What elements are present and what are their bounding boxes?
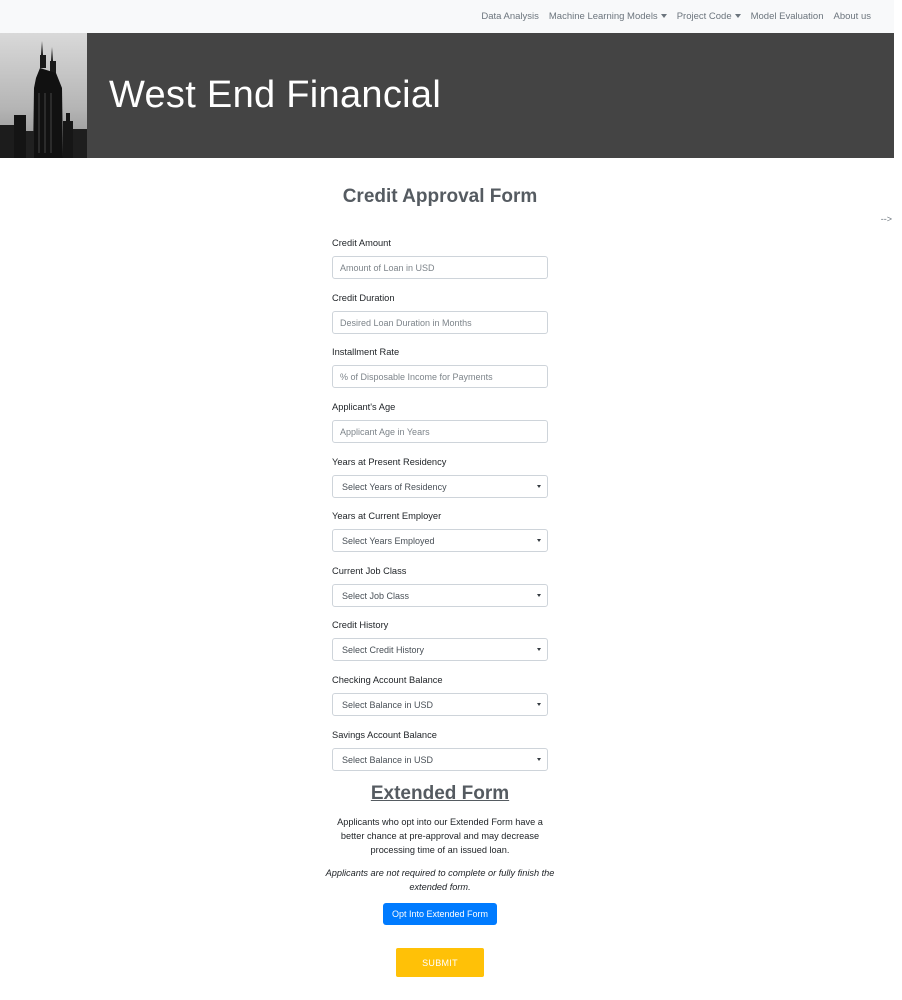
installment-rate-group: Installment Rate [332, 347, 548, 388]
credit-amount-input[interactable] [332, 256, 548, 279]
job-class-select[interactable]: Select Job Class [332, 584, 548, 607]
nav-project-code[interactable]: Project Code [677, 11, 741, 22]
nav-links: Data Analysis Machine Learning Models Pr… [481, 0, 871, 33]
savings-balance-select[interactable]: Select Balance in USD [332, 748, 548, 771]
checking-balance-value: Select Balance in USD [342, 699, 434, 710]
chevron-down-icon [537, 594, 541, 597]
job-class-label: Current Job Class [332, 566, 407, 576]
savings-balance-label: Savings Account Balance [332, 730, 437, 740]
applicant-age-input[interactable] [332, 420, 548, 443]
chevron-down-icon [537, 485, 541, 488]
chevron-down-icon [537, 703, 541, 706]
top-navbar: Data Analysis Machine Learning Models Pr… [0, 0, 894, 33]
job-class-group: Current Job Class Select Job Class [332, 566, 548, 607]
opt-into-extended-form-button[interactable]: Opt Into Extended Form [383, 903, 497, 925]
savings-balance-group: Savings Account Balance Select Balance i… [332, 730, 548, 771]
form-title: Credit Approval Form [342, 186, 538, 207]
extended-form-title: Extended Form [370, 783, 510, 804]
residency-years-label: Years at Present Residency [332, 457, 447, 467]
checking-balance-select[interactable]: Select Balance in USD [332, 693, 548, 716]
installment-rate-input[interactable] [332, 365, 548, 388]
credit-amount-label: Credit Amount [332, 238, 391, 248]
credit-duration-label: Credit Duration [332, 293, 395, 303]
job-class-value: Select Job Class [342, 590, 410, 601]
credit-duration-group: Credit Duration [332, 293, 548, 334]
applicant-age-label: Applicant's Age [332, 402, 396, 412]
chevron-down-icon [537, 648, 541, 651]
submit-button[interactable]: SUBMIT [396, 948, 484, 977]
checking-balance-label: Checking Account Balance [332, 675, 443, 685]
nav-ml-label: Machine Learning Models [548, 11, 658, 22]
chevron-down-icon [537, 539, 541, 542]
savings-balance-value: Select Balance in USD [342, 754, 434, 765]
extended-form-note: Applicants are not required to complete … [325, 868, 555, 892]
credit-history-select[interactable]: Select Credit History [332, 638, 548, 661]
skyline-image [0, 33, 87, 158]
credit-history-group: Credit History Select Credit History [332, 620, 548, 661]
caret-down-icon [660, 14, 667, 18]
employer-years-label: Years at Current Employer [332, 511, 442, 521]
nav-data-analysis[interactable]: Data Analysis [481, 11, 539, 22]
installment-rate-label: Installment Rate [332, 347, 400, 357]
stray-comment-text: --> [880, 214, 892, 224]
nav-model-evaluation[interactable]: Model Evaluation [751, 11, 824, 22]
credit-amount-group: Credit Amount [332, 238, 548, 279]
nav-project-code-label: Project Code [676, 11, 732, 22]
residency-years-select[interactable]: Select Years of Residency [332, 475, 548, 498]
applicant-age-group: Applicant's Age [332, 402, 548, 443]
residency-years-group: Years at Present Residency Select Years … [332, 457, 548, 498]
credit-history-label: Credit History [332, 620, 389, 630]
credit-duration-input[interactable] [332, 311, 548, 334]
employer-years-group: Years at Current Employer Select Years E… [332, 511, 548, 552]
chevron-down-icon [537, 758, 541, 761]
credit-history-value: Select Credit History [342, 644, 425, 655]
residency-years-value: Select Years of Residency [342, 481, 447, 492]
site-title: West End Financial [109, 74, 442, 116]
header-banner: West End Financial [0, 33, 894, 158]
nav-about-us[interactable]: About us [834, 11, 872, 22]
caret-down-icon [734, 14, 741, 18]
employer-years-select[interactable]: Select Years Employed [332, 529, 548, 552]
nav-machine-learning-models[interactable]: Machine Learning Models [549, 11, 667, 22]
extended-form-description: Applicants who opt into our Extended For… [337, 817, 543, 855]
checking-balance-group: Checking Account Balance Select Balance … [332, 675, 548, 716]
employer-years-value: Select Years Employed [342, 535, 435, 546]
